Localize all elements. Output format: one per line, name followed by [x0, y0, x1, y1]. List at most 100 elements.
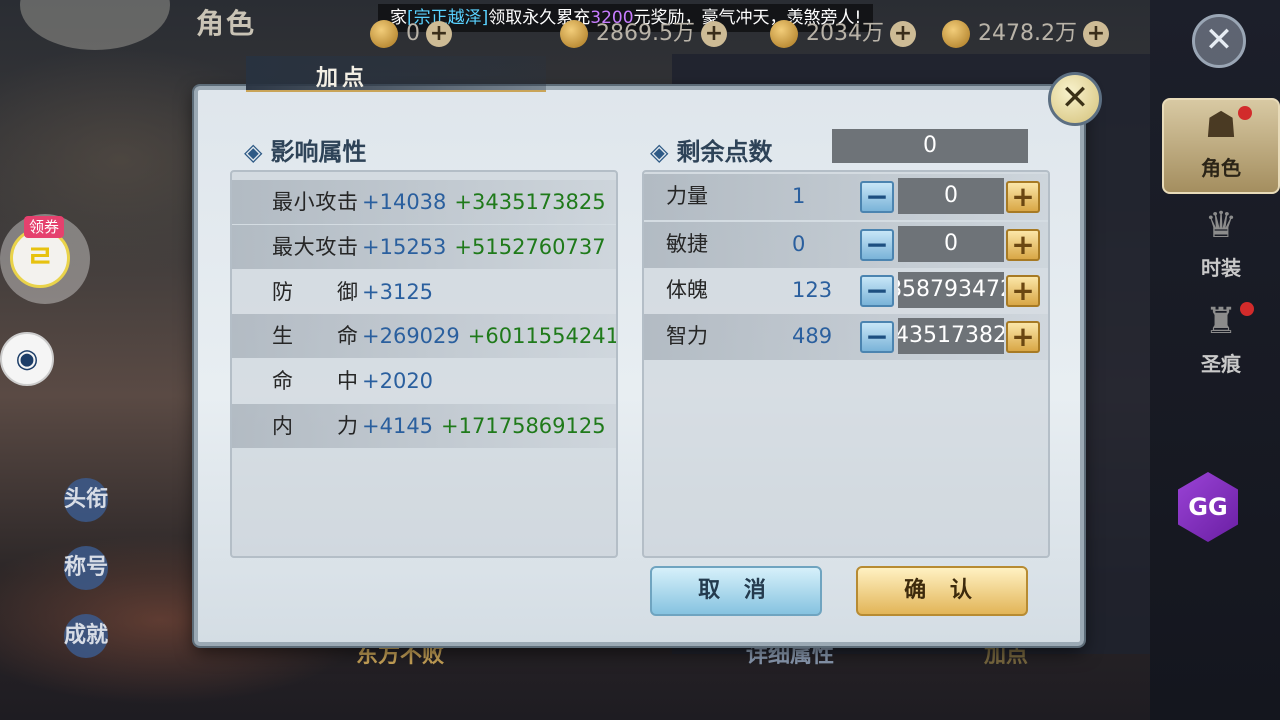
attribute-base: +269029 [362, 324, 460, 348]
stat-increase-button[interactable]: + [1006, 181, 1040, 213]
add-currency-button[interactable]: + [890, 21, 916, 47]
add-currency-button[interactable]: + [700, 21, 727, 47]
attribute-name: 防御 [272, 280, 358, 304]
stats-allocation-panel: 力量 1 − 0 + 敏捷 0 − 0 + 体魄 123 − 858793472… [642, 170, 1050, 558]
attribute-row: 最大攻击 +15253 +5152760737 [232, 225, 616, 269]
tab-label: 时装 [1201, 256, 1241, 280]
attribute-value: +269029 +6011554241 [362, 314, 618, 358]
stat-increase-button[interactable]: + [1006, 229, 1040, 261]
attribute-bonus: +6011554241 [467, 324, 618, 348]
dialog-title: 加点 [316, 66, 369, 91]
dialog-close-button[interactable]: ✕ [1048, 72, 1102, 126]
coupon-tag: 领券 [24, 216, 65, 238]
attributes-panel: 最小攻击 +14038 +3435173825 最大攻击 +15253 +51527… [230, 170, 618, 558]
title-icon: 头衔 [64, 478, 108, 522]
diamond-icon: ◈ [244, 138, 263, 166]
stat-input-field[interactable]: 0 [898, 226, 1004, 262]
tab-label: 圣痕 [1201, 352, 1241, 376]
currency-value: 2869.5万 [596, 21, 695, 46]
stat-name: 体魄 [666, 278, 708, 302]
currency-value: 2478.2万 [978, 21, 1077, 46]
attribute-value: +2020 [362, 359, 433, 403]
stat-base-value: 489 [792, 324, 833, 348]
attr-section-title: 影响属性 [270, 138, 367, 166]
attribute-name: 内力 [272, 414, 358, 438]
tab-stigmata[interactable]: ♜ 圣痕 [1162, 296, 1280, 392]
attribute-base: +15253 [362, 235, 447, 259]
diamond-icon: ◈ [650, 138, 669, 166]
stat-decrease-button[interactable]: − [860, 181, 894, 213]
points-section-header: ◈ 剩余点数 [650, 132, 772, 167]
attribute-value: +15253 +5152760737 [362, 225, 606, 269]
attribute-value: +14038 +3435173825 [362, 180, 606, 224]
stat-input-field[interactable]: 858793472 [898, 272, 1004, 308]
attribute-row: 防御 +3125 [232, 270, 616, 314]
tab-character[interactable]: ☗ 角色 [1162, 98, 1280, 194]
stat-base-value: 0 [792, 232, 806, 256]
attribute-value: +4145 +17175869125 [362, 404, 606, 448]
stat-input-field[interactable]: 3435173825 [898, 318, 1004, 354]
currency-item: 2034万 + [770, 18, 916, 50]
gem-icon [370, 20, 398, 48]
stat-row: 力量 1 − 0 + [644, 174, 1048, 220]
stat-increase-button[interactable]: + [1006, 321, 1040, 353]
stat-name: 敏捷 [666, 232, 708, 256]
tab-fashion[interactable]: ♛ 时装 [1162, 200, 1280, 296]
stat-base-value: 123 [792, 278, 833, 302]
tab-label: 角色 [1201, 156, 1241, 180]
stat-name: 智力 [666, 324, 708, 348]
menu-title[interactable]: 头衔 [60, 478, 112, 534]
add-currency-button[interactable]: + [426, 21, 452, 47]
achievement-icon: 成就 [64, 614, 108, 658]
menu-achievement[interactable]: 成就 [60, 614, 112, 670]
stat-decrease-button[interactable]: − [860, 229, 894, 261]
currency-value: 0 [406, 21, 420, 46]
gamepad-icon[interactable]: ◉ [0, 332, 54, 386]
dialog-title-bar [246, 56, 546, 92]
add-currency-button[interactable]: + [1082, 21, 1109, 47]
attr-section-header: ◈ 影响属性 [244, 132, 366, 167]
stat-input-field[interactable]: 0 [898, 178, 1004, 214]
attribute-name: 生命 [272, 324, 358, 348]
cancel-button[interactable]: 取 消 [650, 566, 822, 616]
remaining-points-value: 0 [832, 129, 1028, 163]
fashion-icon: ♛ [1204, 205, 1238, 246]
currency-item: 2478.2万 + [942, 18, 1109, 50]
currency-value: 2034万 [806, 21, 884, 46]
stat-row: 智力 489 − 3435173825 + [644, 314, 1048, 360]
ingot-icon [560, 20, 588, 48]
stat-increase-button[interactable]: + [1006, 275, 1040, 307]
close-page-button[interactable]: ✕ [1192, 14, 1246, 68]
currency-item: 2869.5万 + [560, 18, 727, 50]
attribute-bonus: +5152760737 [454, 235, 606, 259]
notification-dot [1240, 302, 1254, 316]
attribute-row: 最小攻击 +14038 +3435173825 [232, 180, 616, 224]
copper-coin-icon [942, 20, 970, 48]
add-points-dialog: 加点 ✕ ◈ 影响属性 ◈ 剩余点数 0 最小攻击 +14038 +343517382… [186, 56, 1102, 656]
confirm-button[interactable]: 确 认 [856, 566, 1028, 616]
points-section-title: 剩余点数 [676, 138, 773, 166]
attribute-row: 生命 +269029 +6011554241 [232, 314, 616, 358]
attribute-name: 命中 [272, 369, 358, 393]
attribute-bonus: +3435173825 [454, 190, 606, 214]
bound-ingot-icon [770, 20, 798, 48]
stat-decrease-button[interactable]: − [860, 275, 894, 307]
menu-nickname[interactable]: 称号 [60, 546, 112, 602]
stat-decrease-button[interactable]: − [860, 321, 894, 353]
attribute-row: 命中 +2020 [232, 359, 616, 403]
stigmata-icon: ♜ [1204, 301, 1238, 342]
attribute-base: +4145 [362, 414, 434, 438]
notification-dot [1238, 106, 1252, 120]
stat-row: 体魄 123 − 858793472 + [644, 268, 1048, 314]
currency-item: 0 + [370, 18, 452, 50]
nickname-icon: 称号 [64, 546, 108, 590]
attribute-bonus: +17175869125 [441, 414, 606, 438]
page-title: 角色 [196, 7, 257, 40]
attribute-row: 内力 +4145 +17175869125 [232, 404, 616, 448]
stat-name: 力量 [666, 184, 708, 208]
character-mask-icon: ☗ [1204, 105, 1238, 146]
attribute-base: +2020 [362, 369, 434, 393]
attribute-value: +3125 [362, 270, 433, 314]
stat-row: 敏捷 0 − 0 + [644, 222, 1048, 268]
stat-base-value: 1 [792, 184, 806, 208]
